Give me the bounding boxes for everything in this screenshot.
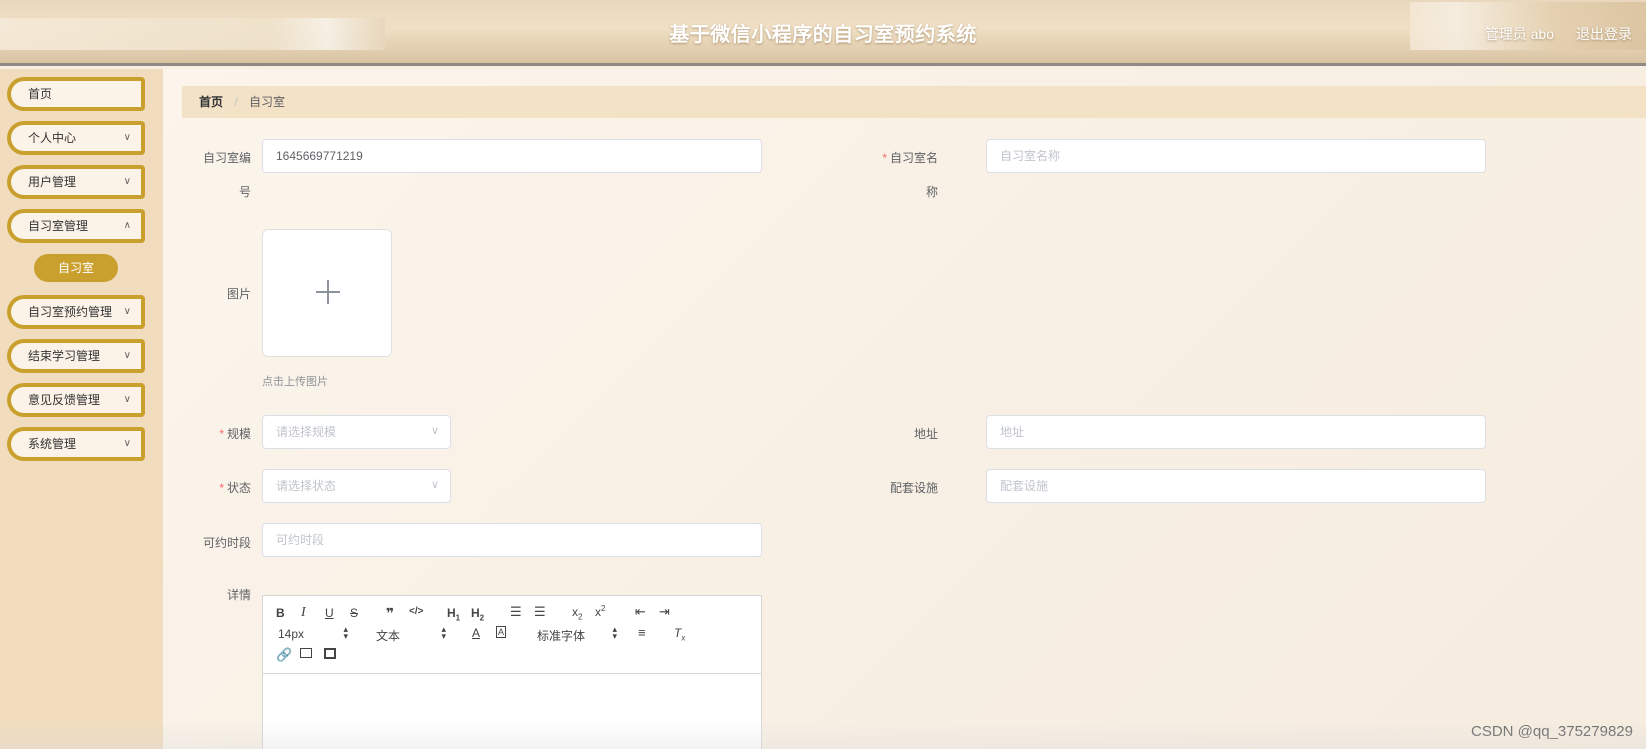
italic-button[interactable]: I — [301, 605, 306, 621]
sidebar-item-user-management[interactable]: 用户管理 ∨ — [7, 165, 145, 199]
link-icon[interactable]: 🔗 — [276, 647, 292, 663]
sidebar-item-label: 个人中心 — [28, 131, 77, 145]
font-size-select[interactable]: 14px ▴ ▾ — [278, 624, 348, 642]
video-icon[interactable] — [324, 648, 336, 659]
sidebar-item-label: 系统管理 — [28, 437, 77, 451]
sort-arrows-icon: ▴ ▾ — [343, 624, 348, 641]
scale-select[interactable] — [262, 415, 451, 449]
address-label: 地址 — [913, 427, 938, 441]
chevron-down-icon: ∨ — [123, 350, 131, 361]
status-label: * 状态 — [219, 481, 251, 495]
address-input[interactable] — [986, 415, 1486, 449]
sidebar-item-personal-center[interactable]: 个人中心 ∨ — [7, 121, 145, 155]
image-icon[interactable] — [300, 648, 312, 658]
bold-button[interactable]: B — [276, 606, 285, 620]
code-block-button[interactable]: </> — [409, 606, 423, 617]
scale-label: * 规模 — [219, 427, 251, 441]
time-slot-input[interactable] — [262, 523, 762, 557]
ordered-list-icon[interactable]: ☰ — [510, 604, 522, 620]
sidebar-item-label: 意见反馈管理 — [28, 393, 101, 407]
sidebar-subitem-room[interactable]: 自习室 — [34, 254, 118, 282]
font-family-select[interactable]: 标准字体 ▴ ▾ — [537, 624, 617, 644]
rich-text-editor[interactable]: B I U S ❞ </> H1 H2 ☰ ☰ x2 x2 ⇤ ⇥ 14px ▴… — [262, 595, 762, 749]
sidebar-item-reservation-management[interactable]: 自习室预约管理 ∨ — [7, 295, 145, 329]
sort-arrows-icon: ▴ ▾ — [441, 624, 446, 641]
underline-button[interactable]: U — [325, 606, 334, 620]
breadcrumb-separator: / — [234, 95, 238, 109]
heading2-button[interactable]: H2 — [471, 606, 484, 622]
text-type-select[interactable]: 文本 ▴ ▾ — [376, 624, 446, 644]
details-label: 详情 — [226, 588, 251, 602]
facilities-label: 配套设施 — [889, 481, 938, 495]
room-name-label: * 自习室名 — [882, 151, 938, 165]
room-name-label-cont: 称 — [925, 185, 938, 199]
chevron-down-icon: ∨ — [123, 438, 131, 449]
upload-hint: 点击上传图片 — [262, 376, 328, 388]
bullet-list-icon[interactable]: ☰ — [534, 604, 546, 620]
app-title: 基于微信小程序的自习室预约系统 — [669, 24, 977, 46]
font-color-icon[interactable]: A — [472, 626, 480, 640]
room-name-input[interactable] — [986, 139, 1486, 173]
image-label: 图片 — [226, 287, 251, 301]
editor-toolbar: B I U S ❞ </> H1 H2 ☰ ☰ x2 x2 ⇤ ⇥ 14px ▴… — [263, 596, 761, 674]
heading1-button[interactable]: H1 — [447, 606, 460, 622]
align-icon[interactable]: ≡ — [638, 625, 646, 640]
room-no-label-cont: 号 — [238, 185, 251, 199]
breadcrumb: 首页 / 自习室 — [182, 86, 1646, 118]
sidebar: 首页 个人中心 ∨ 用户管理 ∨ 自习室管理 ∧ 自习室 自习室预约管理 ∨ 结… — [0, 69, 163, 749]
current-user: 管理员 abo — [1484, 26, 1554, 42]
sidebar-item-system-management[interactable]: 系统管理 ∨ — [7, 427, 145, 461]
chevron-down-icon: ∨ — [123, 176, 131, 187]
indent-icon[interactable]: ⇥ — [659, 604, 670, 620]
room-no-input[interactable] — [262, 139, 762, 173]
facilities-input[interactable] — [986, 469, 1486, 503]
sidebar-item-label: 自习室管理 — [28, 219, 89, 233]
chevron-down-icon: ∨ — [123, 306, 131, 317]
clear-format-icon[interactable]: Tx — [674, 626, 685, 642]
sidebar-item-home[interactable]: 首页 — [7, 77, 145, 111]
main-content: 首页 / 自习室 自习室编 号 *自习室名 称 图片 点击上传图片 *规模 ∨ … — [163, 69, 1646, 749]
sidebar-item-room-management[interactable]: 自习室管理 ∧ — [7, 209, 145, 243]
sidebar-item-end-study-management[interactable]: 结束学习管理 ∨ — [7, 339, 145, 373]
blockquote-button[interactable]: ❞ — [386, 605, 394, 622]
chevron-up-icon: ∧ — [123, 220, 131, 231]
top-header: 基于微信小程序的自习室预约系统 管理员 abo 退出登录 — [0, 0, 1646, 66]
time-slot-label: 可约时段 — [202, 536, 251, 550]
strike-button[interactable]: S — [350, 606, 358, 620]
watermark: CSDN @qq_375279829 — [1470, 723, 1633, 740]
status-select[interactable] — [262, 469, 451, 503]
breadcrumb-home[interactable]: 首页 — [199, 95, 223, 109]
breadcrumb-current: 自习室 — [249, 95, 286, 109]
plus-icon — [316, 280, 340, 304]
subscript-button[interactable]: x2 — [572, 605, 582, 621]
chevron-down-icon: ∨ — [123, 394, 131, 405]
superscript-button[interactable]: x2 — [595, 604, 605, 619]
image-upload[interactable] — [262, 229, 392, 357]
sidebar-item-feedback-management[interactable]: 意见反馈管理 ∨ — [7, 383, 145, 417]
sidebar-item-label: 首页 — [28, 87, 53, 101]
outdent-icon[interactable]: ⇤ — [635, 604, 646, 620]
chevron-down-icon: ∨ — [123, 132, 131, 143]
background-color-icon[interactable]: A — [496, 626, 507, 638]
logout-link[interactable]: 退出登录 — [1576, 24, 1632, 44]
room-no-label: 自习室编 — [202, 151, 251, 165]
sort-arrows-icon: ▴ ▾ — [612, 624, 617, 641]
sidebar-item-label: 结束学习管理 — [28, 349, 101, 363]
sidebar-item-label: 自习室预约管理 — [28, 305, 113, 319]
sidebar-item-label: 用户管理 — [28, 175, 77, 189]
